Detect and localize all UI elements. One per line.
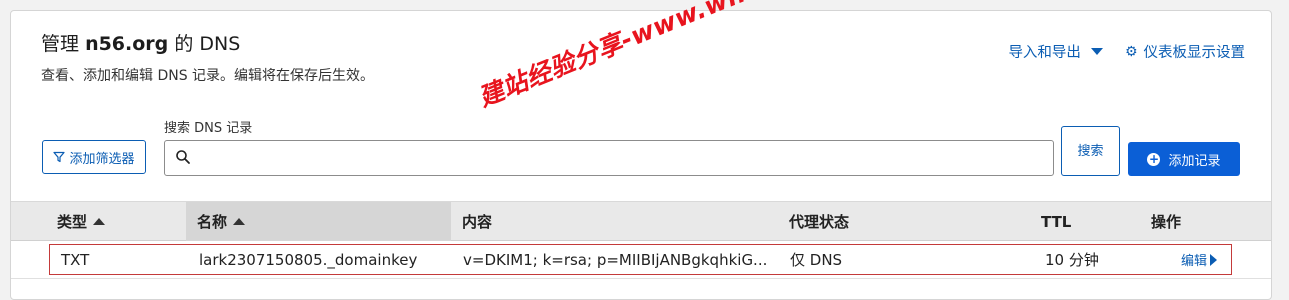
column-proxy-label: 代理状态: [789, 213, 850, 231]
cell-ttl: 10 分钟: [1045, 251, 1099, 269]
column-actions-label: 操作: [1151, 213, 1182, 231]
search-field[interactable]: [164, 140, 1054, 176]
page-title: 管理 n56.org 的 DNS: [41, 29, 240, 56]
search-icon: [176, 150, 190, 164]
page-subtitle: 查看、添加和编辑 DNS 记录。编辑将在保存后生效。: [41, 68, 375, 84]
column-header-type[interactable]: 类型: [57, 202, 106, 241]
edit-button[interactable]: 编辑: [1181, 250, 1218, 269]
column-header-actions: 操作: [1151, 202, 1181, 241]
chevron-right-icon: [1210, 253, 1218, 266]
cell-proxy-status: 仅 DNS: [790, 251, 843, 269]
title-suffix: 的 DNS: [174, 33, 241, 55]
add-record-label: 添加记录: [1168, 153, 1221, 169]
import-export-dropdown[interactable]: 导入和导出: [1008, 41, 1103, 62]
cell-name: lark2307150805._domainkey: [199, 250, 418, 269]
title-domain: n56.org: [85, 33, 169, 55]
sort-ascending-icon: [93, 218, 106, 225]
cell-type: TXT: [61, 250, 90, 269]
add-record-button[interactable]: + 添加记录: [1128, 142, 1240, 176]
plus-circle-icon: +: [1147, 151, 1161, 166]
column-header-proxy: 代理状态: [789, 202, 849, 241]
edit-label: 编辑: [1181, 254, 1208, 269]
import-export-label: 导入和导出: [1008, 45, 1081, 61]
column-header-content: 内容: [462, 202, 492, 241]
dashboard-settings-link[interactable]: ⚙ 仪表板显示设置: [1125, 41, 1245, 62]
search-button[interactable]: 搜索: [1061, 126, 1120, 176]
dns-management-card: 管理 n56.org 的 DNS 查看、添加和编辑 DNS 记录。编辑将在保存后…: [10, 10, 1272, 300]
title-prefix: 管理: [41, 33, 80, 55]
gear-icon: ⚙: [1124, 43, 1138, 60]
column-header-name[interactable]: 名称: [186, 202, 451, 241]
column-header-ttl: TTL: [1041, 202, 1071, 241]
row-divider: [11, 278, 1271, 279]
chevron-down-icon: [1090, 48, 1103, 55]
table-header: 类型 名称 内容 代理状态 TTL 操作: [11, 201, 1271, 241]
header-actions: 导入和导出 ⚙ 仪表板显示设置: [1008, 41, 1245, 62]
cell-content: v=DKIM1; k=rsa; p=MIIBIjANBgkqhkiG...: [463, 250, 768, 269]
search-label: 搜索 DNS 记录: [164, 121, 253, 136]
edit-link[interactable]: 编辑: [1181, 245, 1218, 274]
column-name-label: 名称: [197, 213, 228, 231]
add-filter-button[interactable]: 添加筛选器: [42, 140, 146, 174]
add-filter-label: 添加筛选器: [69, 151, 135, 167]
column-ttl-label: TTL: [1041, 212, 1072, 231]
column-type-label: 类型: [57, 213, 88, 231]
column-content-label: 内容: [462, 213, 493, 231]
table-row[interactable]: TXT lark2307150805._domainkey v=DKIM1; k…: [49, 244, 1232, 275]
sort-ascending-icon: [233, 218, 246, 225]
search-input[interactable]: [197, 145, 1041, 173]
dashboard-settings-label: 仪表板显示设置: [1143, 45, 1246, 61]
filter-icon: [53, 151, 66, 163]
